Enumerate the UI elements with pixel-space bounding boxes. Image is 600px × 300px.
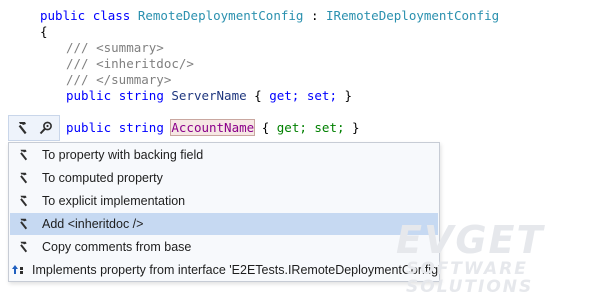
hammer-icon [11,167,37,189]
keyword: string [118,120,164,135]
watermark-logo: EVGET SOFTWARE SOLUTIONS [396,220,600,296]
code-line-accountname: public string AccountName { get; set; } [66,119,360,136]
brace: { [261,120,270,135]
quick-actions-bulb[interactable] [8,115,60,141]
hammer-icon [11,190,37,212]
quick-actions-menu: To property with backing field To comput… [8,142,440,282]
doc-comment-summary-open: /// <summary> [66,40,164,55]
hammer-icon[interactable] [15,120,31,136]
doc-comment-inheritdoc: /// <inheritdoc/> [66,56,194,71]
menu-item-implements-property[interactable]: Implements property from interface 'E2ET… [10,259,441,281]
watermark-title: EVGET [396,218,545,262]
hammer-icon [11,236,37,258]
menu-item-label: Add <inheritdoc /> [42,217,144,231]
colon: : [310,8,319,23]
menu-item-label: To explicit implementation [42,194,186,208]
menu-item-to-property-with-backing-field[interactable]: To property with backing field [10,144,438,166]
menu-item-label: Implements property from interface 'E2ET… [32,263,441,277]
brace: } [352,120,360,135]
brace: } [344,88,353,103]
class-name: RemoteDeploymentConfig [137,8,304,23]
hammer-icon [11,213,37,235]
keyword: public [66,120,112,135]
keyword: public [66,88,112,103]
highlighted-property-name[interactable]: AccountName [170,119,256,136]
code-line-servername: public string ServerName { get; set; } [66,88,352,104]
menu-item-label: Copy comments from base [42,240,192,254]
keyword: public [40,8,86,23]
inspect-icon[interactable] [38,120,54,136]
keyword: class [92,8,131,23]
code-line-open-brace: { [40,24,48,39]
get-accessor: get; [276,120,307,135]
code-line-class-declaration: public class RemoteDeploymentConfig : IR… [40,8,499,24]
keyword: string [118,88,164,103]
set-accessor: set; [306,88,337,103]
property-name: ServerName [171,88,247,103]
brace: { [254,88,262,103]
doc-comment-summary-close: /// </summary> [66,72,172,87]
menu-item-label: To property with backing field [42,148,204,162]
menu-item-label: To computed property [42,171,163,185]
get-accessor: get; [269,88,300,103]
watermark-subtitle: SOFTWARE SOLUTIONS [406,259,534,297]
menu-item-to-explicit-implementation[interactable]: To explicit implementation [10,190,438,212]
implements-icon [11,259,27,281]
interface-name: IRemoteDeploymentConfig [326,8,500,23]
menu-item-copy-comments-from-base[interactable]: Copy comments from base [10,236,438,258]
set-accessor: set; [314,120,345,135]
hammer-icon [11,144,37,166]
menu-item-to-computed-property[interactable]: To computed property [10,167,438,189]
menu-item-add-inheritdoc[interactable]: Add <inheritdoc /> [10,213,438,235]
